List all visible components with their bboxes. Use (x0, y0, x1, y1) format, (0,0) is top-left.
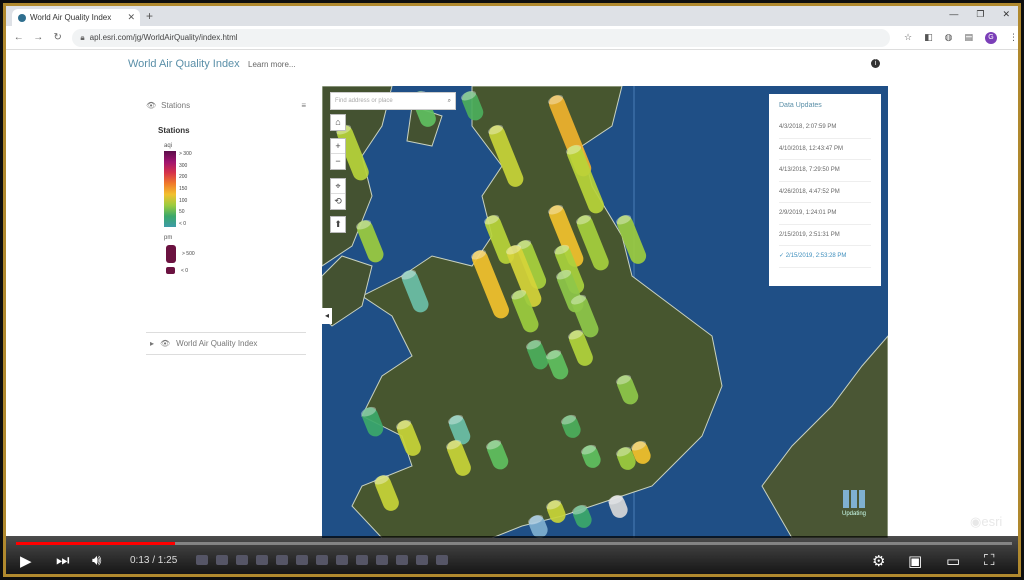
address-bar[interactable]: 🔒︎ apl.esri.com/jg/WorldAirQuality/index… (72, 28, 891, 47)
update-item[interactable]: 4/10/2018, 12:43:47 PM (779, 139, 871, 160)
pm-large-swatch (166, 245, 176, 263)
update-item[interactable]: 2/9/2019, 1:24:01 PM (779, 203, 871, 225)
selected-date: 2/15/2019, 2:53:28 PM (785, 253, 847, 259)
eye-icon[interactable]: 👁︎ (146, 101, 156, 110)
pm-tick: > 500 (182, 251, 195, 257)
pm-small-swatch (166, 267, 175, 274)
extension-icon-3[interactable]: ▤ (965, 32, 974, 43)
progress-bar[interactable] (16, 542, 1012, 545)
play-icon[interactable]: ▶ (20, 552, 32, 570)
updates-heading: Data Updates (779, 102, 822, 109)
pm-large-row: > 500 (166, 245, 306, 263)
tab-title: World Air Quality Index (30, 13, 112, 22)
layer-group-row[interactable]: ▸ 👁︎ World Air Quality Index (146, 332, 306, 355)
learn-more-link[interactable]: Learn more... (248, 60, 296, 69)
window-controls: — ❐ ✕ (949, 9, 1010, 20)
aqi-ticks: > 300 300 200 150 100 50 < 0 (179, 151, 192, 227)
updating-label: Updating (842, 511, 867, 517)
layer-panel: 👁︎ Stations ≡ Stations aqi > 300 300 200… (146, 98, 306, 358)
search-icon[interactable]: ⌕ (448, 98, 451, 105)
map-view[interactable]: Find address or place ⌕ ⌂ + − ⌖ ⟲ ⬆ ◂ Da… (322, 86, 888, 538)
update-item[interactable]: 2/15/2019, 2:51:31 PM (779, 225, 871, 246)
reload-icon[interactable]: ↻ (51, 32, 64, 43)
globe-icon (18, 13, 26, 22)
progress-fill (16, 542, 176, 545)
pm-tick: < 0 (181, 267, 189, 274)
aqi-color-ramp (164, 151, 176, 227)
toolbar-icons: ☆ ◧ ◍ ▤ G ⋮ (904, 31, 1018, 44)
aqi-ramp: > 300 300 200 150 100 50 < 0 (164, 151, 306, 227)
aqi-tick: 50 (179, 209, 185, 216)
aqi-tick: 100 (179, 197, 188, 204)
pm-small-row: < 0 (166, 267, 306, 274)
esri-logo: ◉esri (970, 514, 1003, 529)
next-icon[interactable]: ⏭ (56, 552, 70, 569)
video-controls: ▶ ⏭ 🔊︎ 0:13 / 1:25 ⚙ ▣ ▭ ⛶ (6, 536, 1018, 574)
taskbar-strip (196, 555, 448, 565)
miniplayer-icon[interactable]: ▣ (908, 552, 922, 570)
extension-icon-2[interactable]: ◍ (945, 32, 953, 43)
update-item[interactable]: 4/13/2018, 7:29:50 PM (779, 160, 871, 182)
aqi-label: aqi (164, 143, 173, 149)
theater-mode-icon[interactable]: ▭ (946, 552, 960, 570)
layer-name[interactable]: Stations (161, 101, 190, 110)
rotate-icon[interactable]: ⟲ (331, 194, 345, 209)
browser-tab[interactable]: World Air Quality Index ✕ (12, 9, 140, 26)
time-display: 0:13 / 1:25 (130, 555, 178, 566)
aqi-tick: < 0 (179, 220, 187, 227)
browser-toolbar: ← → ↻ 🔒︎ apl.esri.com/jg/WorldAirQuality… (6, 26, 1018, 50)
aqi-tick: 300 (179, 162, 188, 169)
zoom-control[interactable]: + − (330, 138, 346, 170)
update-item[interactable]: 4/3/2018, 2:07:59 PM (779, 117, 871, 139)
lock-icon: 🔒︎ (80, 32, 85, 42)
zoom-out-icon[interactable]: − (331, 154, 345, 169)
star-icon[interactable]: ☆ (904, 32, 912, 43)
layer-options-icon[interactable]: ≡ (301, 101, 306, 110)
nav-control[interactable]: ⌖ ⟲ (330, 178, 346, 210)
search-box[interactable]: Find address or place ⌕ (330, 92, 456, 110)
home-icon[interactable]: ⌂ (331, 115, 345, 130)
collapse-panel-icon[interactable]: ◂ (322, 308, 332, 324)
compass-control[interactable]: ⬆ (330, 216, 346, 233)
profile-avatar[interactable]: G (985, 31, 998, 44)
outer-frame: World Air Quality Index ✕ + — ❐ ✕ ← → ↻ … (3, 3, 1021, 577)
zoom-in-icon[interactable]: + (331, 139, 345, 154)
search-placeholder: Find address or place (335, 98, 393, 104)
back-icon[interactable]: ← (12, 32, 25, 43)
close-window-icon[interactable]: ✕ (1002, 9, 1010, 20)
fullscreen-icon[interactable]: ⛶ (984, 552, 995, 569)
layer-header: 👁︎ Stations ≡ (146, 98, 306, 112)
update-item[interactable]: 4/26/2018, 4:47:52 PM (779, 182, 871, 203)
menu-kebab-icon[interactable]: ⋮ (1009, 32, 1018, 43)
maximize-icon[interactable]: ❐ (976, 9, 984, 20)
aqi-tick: > 300 (179, 151, 192, 157)
update-item-selected[interactable]: ✓ 2/15/2019, 2:53:28 PM (779, 246, 871, 268)
legend-title: Stations (158, 126, 190, 135)
browser-tab-bar: World Air Quality Index ✕ + — ❐ ✕ (6, 6, 1018, 26)
group-label: World Air Quality Index (176, 339, 258, 348)
url-text: apl.esri.com/jg/WorldAirQuality/index.ht… (89, 33, 238, 42)
forward-icon[interactable]: → (31, 32, 44, 43)
compass-icon[interactable]: ⬆ (331, 217, 345, 232)
pm-label: pm (164, 235, 173, 241)
settings-gear-icon[interactable]: ⚙ (872, 552, 885, 570)
eye-icon[interactable]: 👁︎ (160, 339, 170, 348)
info-icon[interactable]: i (871, 59, 880, 68)
app-title[interactable]: World Air Quality Index (128, 58, 240, 70)
minimize-icon[interactable]: — (949, 9, 958, 20)
aqi-tick: 150 (179, 185, 188, 192)
new-tab-button[interactable]: + (146, 9, 153, 23)
home-control[interactable]: ⌂ (330, 114, 346, 131)
volume-icon[interactable]: 🔊︎ (92, 552, 101, 569)
close-tab-icon[interactable]: ✕ (127, 12, 135, 23)
extension-icon[interactable]: ◧ (924, 32, 933, 43)
locate-icon[interactable]: ⌖ (331, 179, 345, 194)
updating-indicator: Updating (842, 490, 866, 517)
expand-arrow-icon[interactable]: ▸ (150, 339, 154, 348)
updating-bars (842, 490, 866, 508)
aqi-tick: 200 (179, 174, 188, 181)
data-updates-panel: Data Updates 4/3/2018, 2:07:59 PM 4/10/2… (769, 94, 881, 286)
